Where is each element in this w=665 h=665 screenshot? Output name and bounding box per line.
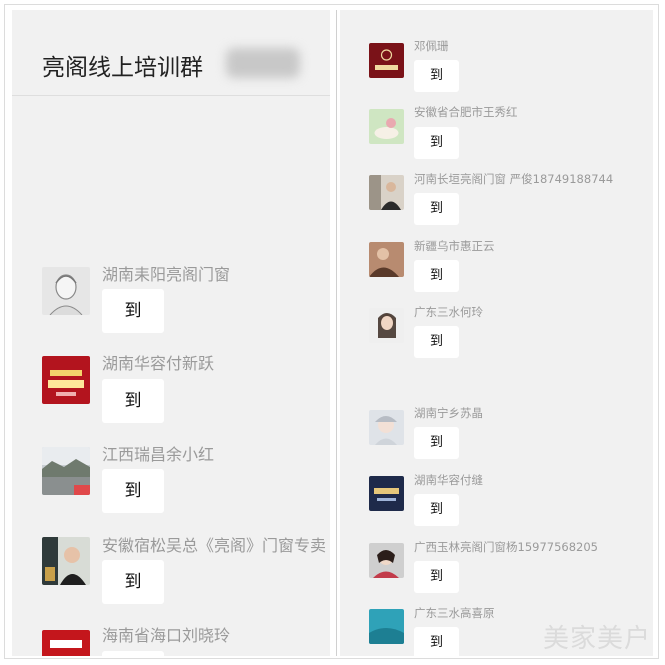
panel-divider [336,10,337,656]
landscape-photo-icon [42,447,90,495]
dark-poster-icon [369,476,404,511]
person-photo-icon [369,242,404,277]
avatar[interactable] [369,543,404,578]
sender-name: 湖南耒阳亮阁门窗 [102,265,231,284]
chat-header: 亮阁线上培训群 [12,10,330,96]
sender-name: 广西玉林亮阁门窗杨15977568205 [414,540,598,554]
sender-name: 湖南宁乡苏晶 [414,406,483,420]
message-bubble[interactable]: 到 [414,60,459,92]
avatar[interactable] [42,447,90,495]
message-bubble[interactable]: 到 [102,560,164,604]
message-bubble[interactable]: 到 [102,379,164,423]
person-photo-icon [369,175,404,210]
message-bubble[interactable]: 到 [102,469,164,513]
blurred-member-count [226,48,300,78]
chat-panel-right[interactable]: 邓佩珊 到 安徽省合肥市王秀红 到 河南长垣亮阁门窗 严俊18749188744… [340,10,653,656]
red-banner-icon [42,630,90,656]
avatar[interactable] [369,43,404,78]
brand-logo-icon [369,43,404,78]
teal-photo-icon [369,609,404,644]
watermark: 美家美户 [542,624,651,654]
person-photo-icon [369,410,404,445]
sender-name: 江西瑞昌余小红 [102,445,215,464]
avatar[interactable] [369,242,404,277]
avatar[interactable] [369,476,404,511]
group-title: 亮阁线上培训群 [42,55,203,81]
sender-name: 新疆乌市惠正云 [414,239,495,253]
avatar[interactable] [369,109,404,144]
cake-photo-icon [369,109,404,144]
message-bubble[interactable]: 到 [414,326,459,358]
sender-name: 广东三水何玲 [414,305,483,319]
avatar[interactable] [369,410,404,445]
message-bubble[interactable]: 到 [414,427,459,459]
avatar[interactable] [369,175,404,210]
message-bubble[interactable]: 到 [414,494,459,526]
message-bubble[interactable]: 到 [414,627,459,656]
sketch-portrait-icon [42,267,90,315]
avatar[interactable] [369,308,404,343]
message-bubble[interactable]: 到 [102,651,164,656]
avatar[interactable] [369,609,404,644]
avatar[interactable] [42,267,90,315]
sender-name: 广东三水高喜原 [414,606,495,620]
sender-name: 海南省海口刘晓玲 [102,626,231,645]
person-photo-icon [369,543,404,578]
avatar[interactable] [42,630,90,656]
message-bubble[interactable]: 到 [414,561,459,593]
person-photo-icon [42,537,90,585]
message-bubble[interactable]: 到 [414,127,459,159]
message-bubble[interactable]: 到 [414,260,459,292]
message-bubble[interactable]: 到 [102,289,164,333]
sender-name: 安徽省合肥市王秀红 [414,105,518,119]
sender-name: 邓佩珊 [414,39,449,53]
avatar[interactable] [42,537,90,585]
chat-panel-left[interactable]: 亮阁线上培训群 湖南耒阳亮阁门窗 到 湖南华容付新跃 到 江西瑞昌余小红 到 安… [12,10,330,656]
sender-name: 湖南华容付新跃 [102,354,215,373]
sender-name: 湖南华容付缝 [414,473,483,487]
message-bubble[interactable]: 到 [414,193,459,225]
sender-name: 安徽宿松吴总《亮阁》门窗专卖 [102,536,327,555]
avatar[interactable] [42,356,90,404]
person-photo-icon [369,308,404,343]
sender-name: 河南长垣亮阁门窗 严俊18749188744 [414,172,614,186]
red-poster-icon [42,356,90,404]
